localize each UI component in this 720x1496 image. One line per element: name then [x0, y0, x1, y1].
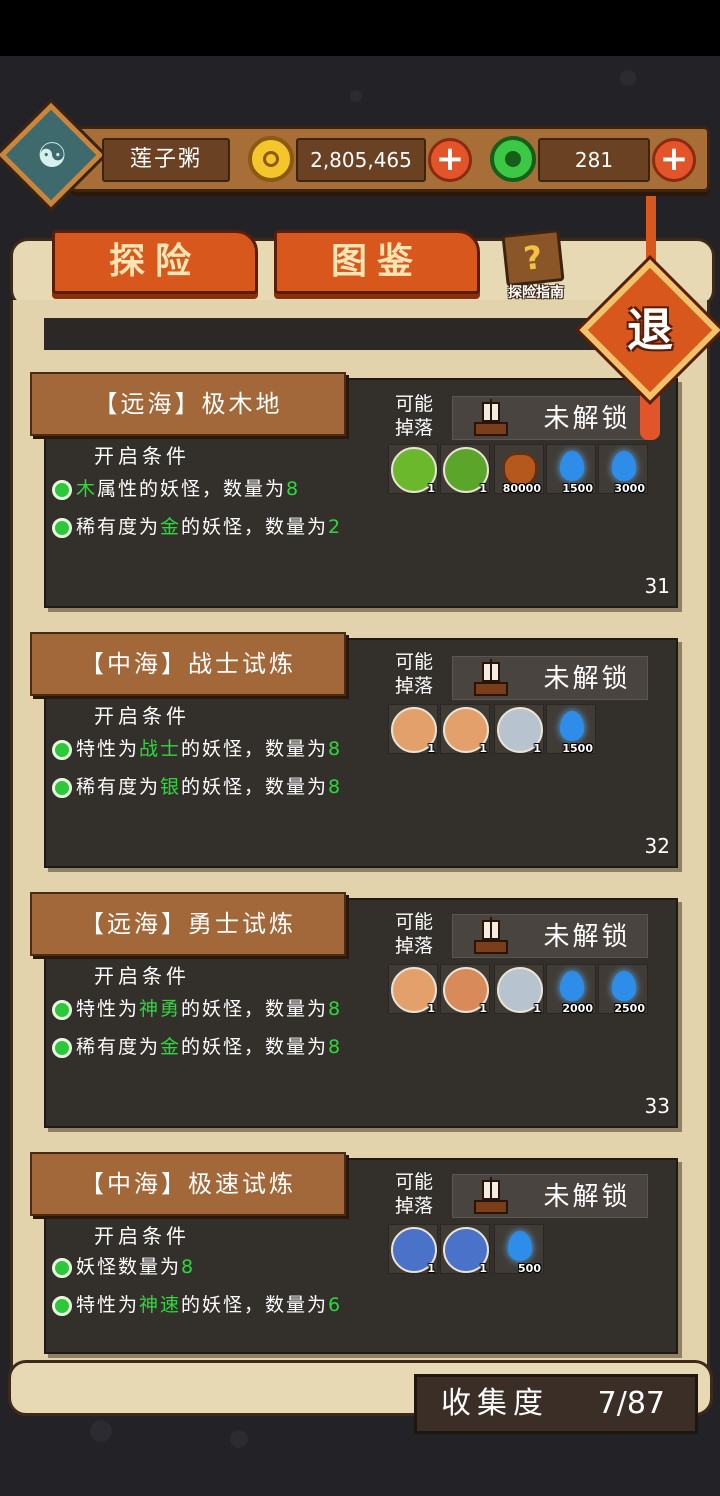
- blue-flame-icon: [560, 711, 584, 741]
- jade-amount: 281: [538, 138, 650, 182]
- lock-status-text: 未解锁: [543, 922, 631, 952]
- stage-number: 32: [644, 834, 670, 858]
- condition-line: 特性为战士的妖怪，数量为8: [52, 734, 342, 764]
- add-gold-button[interactable]: +: [428, 138, 472, 182]
- drop-item[interactable]: 1: [388, 1224, 438, 1275]
- gold-coin-icon: [248, 136, 294, 182]
- background-star: [350, 90, 362, 102]
- unlock-conditions-heading: 开启条件: [94, 444, 190, 468]
- stage-title: 【中海】战士试炼: [30, 632, 346, 696]
- background-star: [230, 1430, 248, 1448]
- drop-item[interactable]: 1: [388, 444, 438, 495]
- jade-coin-icon: [490, 136, 536, 182]
- list-top-edge: [44, 318, 604, 350]
- gold-amount: 2,805,465: [296, 138, 426, 182]
- collection-label: 收集度: [441, 1386, 549, 1421]
- condition-bullet-icon: [52, 1257, 72, 1278]
- drop-item[interactable]: 1500: [546, 444, 596, 495]
- condition-bullet-icon: [52, 1037, 72, 1058]
- condition-bullet-icon: [52, 479, 72, 500]
- condition-bullet-icon: [52, 1295, 72, 1316]
- drop-item[interactable]: 2000: [546, 964, 596, 1015]
- drop-item[interactable]: 1: [388, 964, 438, 1015]
- possible-drops-label: 可能掉落: [394, 911, 433, 957]
- background-star: [620, 70, 636, 86]
- lock-status: 未解锁: [452, 1174, 648, 1218]
- player-name: 莲子粥: [102, 138, 230, 182]
- stage-number: 31: [644, 574, 670, 598]
- collection-value: 7/87: [597, 1386, 665, 1421]
- stage-number: 33: [644, 1094, 670, 1118]
- drop-item[interactable]: 1: [494, 704, 544, 755]
- blue-flame-icon: [612, 971, 636, 1001]
- condition-line: 特性为神勇的妖怪，数量为8: [52, 994, 342, 1024]
- pagoda-icon: ☯: [36, 136, 68, 176]
- condition-line: 特性为神速的妖怪，数量为6: [52, 1290, 342, 1320]
- blue-flame-icon: [560, 451, 584, 481]
- condition-line: 稀有度为金的妖怪，数量为8: [52, 1032, 342, 1062]
- drop-item[interactable]: 80000: [494, 444, 544, 495]
- drop-item[interactable]: 1: [440, 444, 490, 495]
- guide-book-icon[interactable]: ?: [501, 229, 565, 287]
- ship-icon: [474, 917, 508, 954]
- drop-item[interactable]: 1: [388, 704, 438, 755]
- lock-status-text: 未解锁: [543, 664, 631, 694]
- background-star: [90, 1420, 112, 1442]
- possible-drops-label: 可能掉落: [394, 651, 433, 697]
- ship-icon: [474, 659, 508, 696]
- stage-title: 【中海】极速试炼: [30, 1152, 346, 1216]
- lock-status: 未解锁: [452, 914, 648, 958]
- lock-status-text: 未解锁: [543, 1182, 631, 1212]
- stage-title: 【远海】勇士试炼: [30, 892, 346, 956]
- drop-item[interactable]: 3000: [598, 444, 648, 495]
- drop-item[interactable]: 2500: [598, 964, 648, 1015]
- add-jade-button[interactable]: +: [652, 138, 696, 182]
- unlock-conditions-heading: 开启条件: [94, 964, 190, 988]
- unlock-conditions-heading: 开启条件: [94, 704, 190, 728]
- blue-flame-icon: [612, 451, 636, 481]
- condition-bullet-icon: [52, 777, 72, 798]
- possible-drops-label: 可能掉落: [394, 393, 433, 439]
- possible-drops-label: 可能掉落: [394, 1171, 433, 1217]
- tab-explore[interactable]: 探险: [52, 230, 258, 294]
- blue-flame-icon: [560, 971, 584, 1001]
- ship-icon: [474, 1177, 508, 1214]
- condition-line: 稀有度为金的妖怪，数量为2: [52, 512, 342, 542]
- blue-flame-icon: [508, 1231, 532, 1261]
- guide-label[interactable]: 探险指南: [494, 282, 578, 304]
- stage-title: 【远海】极木地: [30, 372, 346, 436]
- drop-item[interactable]: 1: [440, 704, 490, 755]
- drop-item[interactable]: 1500: [546, 704, 596, 755]
- condition-bullet-icon: [52, 739, 72, 760]
- unlock-conditions-heading: 开启条件: [94, 1224, 190, 1248]
- drop-item[interactable]: 1: [440, 964, 490, 1015]
- drop-item[interactable]: 1: [494, 964, 544, 1015]
- tab-compendium[interactable]: 图鉴: [274, 230, 480, 294]
- collection-progress: 收集度 7/87: [414, 1374, 698, 1434]
- exit-button-label[interactable]: 退: [614, 294, 686, 366]
- ship-icon: [474, 399, 508, 436]
- condition-line: 稀有度为银的妖怪，数量为8: [52, 772, 342, 802]
- drop-item[interactable]: 500: [494, 1224, 544, 1275]
- drop-item[interactable]: 1: [440, 1224, 490, 1275]
- condition-bullet-icon: [52, 999, 72, 1020]
- lock-status-text: 未解锁: [543, 404, 631, 434]
- condition-line: 妖怪数量为8: [52, 1252, 195, 1282]
- lock-status: 未解锁: [452, 396, 648, 440]
- condition-line: 木属性的妖怪，数量为8: [52, 474, 300, 504]
- lock-status: 未解锁: [452, 656, 648, 700]
- status-bar: [0, 0, 720, 56]
- condition-bullet-icon: [52, 517, 72, 538]
